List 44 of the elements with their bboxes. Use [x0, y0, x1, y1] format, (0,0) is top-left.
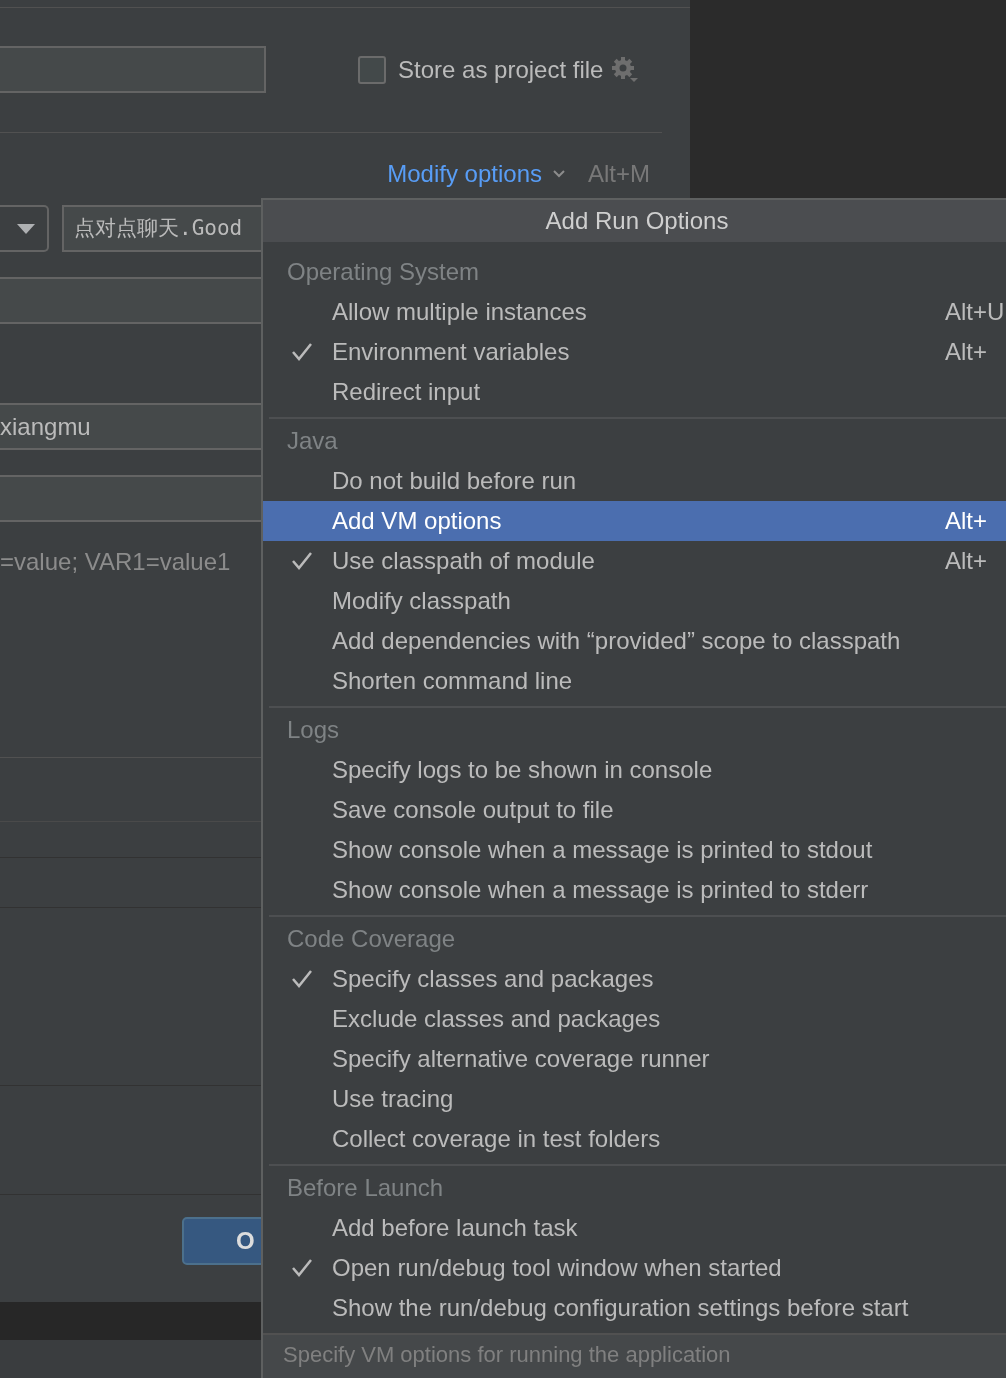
menu-item[interactable]: Show console when a message is printed to stdout: [263, 830, 1006, 871]
section-header: Operating System: [286, 257, 481, 288]
menu-item[interactable]: Redirect input: [263, 372, 1006, 413]
chevron-down-icon: [552, 169, 566, 179]
working-directory-field[interactable]: xiangmu: [0, 403, 262, 450]
popup-title: Add Run Options: [263, 200, 1006, 243]
main-class-field[interactable]: 点对点聊天.Good: [62, 205, 262, 252]
caret-down-icon: [17, 223, 35, 234]
shortcut-hint: Alt+: [945, 546, 989, 577]
menu-item[interactable]: Save console output to file: [263, 790, 1006, 831]
modify-options-link[interactable]: Modify options: [387, 156, 542, 192]
menu-item[interactable]: Show console when a message is printed to stderr: [263, 870, 1006, 911]
menu-item[interactable]: Do not build before run: [263, 461, 1006, 502]
section-header: Logs: [286, 715, 341, 746]
menu-item[interactable]: Use classpath of module Alt+: [263, 541, 1006, 582]
shortcut-hint: Alt+: [945, 337, 989, 368]
menu-item[interactable]: Show the run/debug configuration settings before start: [263, 1288, 1006, 1329]
checkbox-label: Store as project file: [398, 54, 604, 85]
shortcut-hint: Alt+: [945, 506, 989, 537]
status-hint: Specify VM options for running the application: [263, 1333, 1006, 1378]
menu-item[interactable]: Environment variables Alt+: [263, 332, 1006, 373]
menu-item[interactable]: Exclude classes and packages: [263, 999, 1006, 1040]
menu-item[interactable]: Specify logs to be shown in console: [263, 750, 1006, 791]
shortcut-hint: Alt+M: [588, 159, 650, 189]
menu-item[interactable]: Allow multiple instances Alt+U: [263, 292, 1006, 333]
menu-item[interactable]: Collect coverage in test folders: [263, 1119, 1006, 1160]
text-field[interactable]: [0, 46, 266, 93]
section-header: Before Launch: [286, 1173, 445, 1204]
dropdown[interactable]: [0, 205, 49, 252]
checkbox[interactable]: [358, 55, 386, 84]
menu-item[interactable]: Use tracing: [263, 1079, 1006, 1120]
gear-icon[interactable]: [611, 55, 640, 84]
menu-item[interactable]: Specify classes and packages: [263, 959, 1006, 1000]
text-field[interactable]: [0, 277, 262, 324]
menu-item[interactable]: Modify classpath: [263, 581, 1006, 622]
menu-item[interactable]: Add dependencies with “provided” scope to classpath: [263, 621, 1006, 662]
environment-variables-hint: =value; VAR1=value1: [0, 547, 231, 572]
shortcut-hint: Alt+U: [945, 297, 1006, 328]
text-field[interactable]: [0, 475, 262, 522]
section-header: Java: [286, 426, 339, 457]
menu-item[interactable]: Specify alternative coverage runner: [263, 1039, 1006, 1080]
section-header: Code Coverage: [286, 924, 457, 955]
menu-item[interactable]: Shorten command line: [263, 661, 1006, 702]
menu-item[interactable]: Add VM options Alt+: [263, 501, 1006, 542]
